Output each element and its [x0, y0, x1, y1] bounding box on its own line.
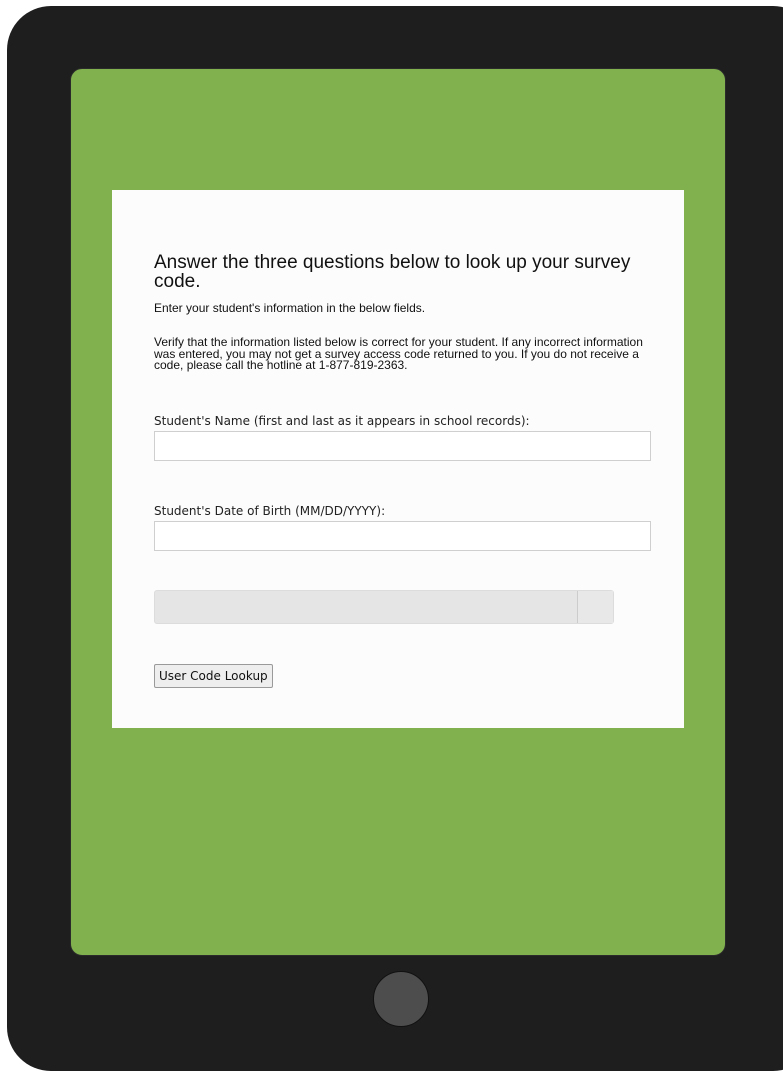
verification-notice: Verify that the information listed below…: [154, 335, 643, 372]
page-heading: Answer the three questions below to look…: [154, 252, 631, 292]
user-code-lookup-button[interactable]: User Code Lookup: [154, 664, 273, 688]
captcha-slider-handle[interactable]: [578, 591, 613, 623]
student-dob-input[interactable]: [154, 521, 651, 551]
student-name-label: Student's Name (first and last as it app…: [154, 414, 530, 428]
captcha-slider[interactable]: [154, 590, 614, 624]
student-dob-label: Student's Date of Birth (MM/DD/YYYY):: [154, 504, 386, 518]
instructions-text: Enter your student's information in the …: [154, 301, 426, 315]
home-button[interactable]: [373, 971, 429, 1027]
survey-code-lookup-card: Answer the three questions below to look…: [112, 190, 684, 728]
student-name-input[interactable]: [154, 431, 651, 461]
